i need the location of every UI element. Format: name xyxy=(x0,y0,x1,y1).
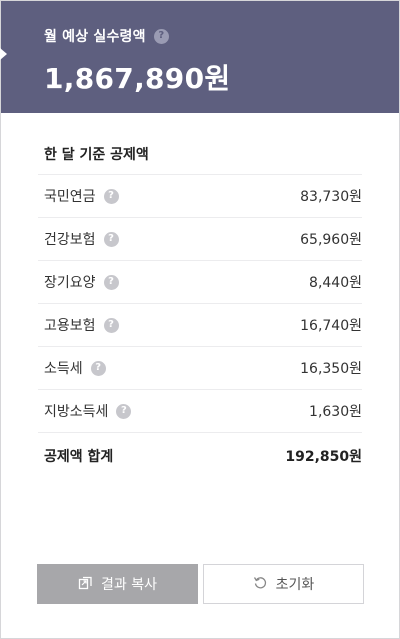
refresh-icon xyxy=(253,575,268,593)
deduction-label: 건강보험 xyxy=(44,232,96,248)
action-buttons: 결과 복사 초기화 xyxy=(37,564,364,604)
deductions-list: 국민연금 ? 83,730원 건강보험 ? 65,960원 장기요양 ? 8,4… xyxy=(38,174,362,479)
header-pointer xyxy=(0,48,7,60)
deduction-value: 8,440원 xyxy=(309,275,362,291)
salary-result-card: 월 예상 실수령액 ? 1,867,890원 한 달 기준 공제액 국민연금 ?… xyxy=(0,0,400,639)
deduction-value: 83,730원 xyxy=(300,189,362,205)
deduction-label: 고용보험 xyxy=(44,318,96,334)
question-icon[interactable]: ? xyxy=(116,403,132,419)
question-icon[interactable]: ? xyxy=(103,231,119,247)
deductions-title: 한 달 기준 공제액 xyxy=(44,147,149,163)
deduction-value: 16,740원 xyxy=(300,318,362,334)
reset-label: 초기화 xyxy=(275,577,315,593)
deduction-label: 지방소득세 xyxy=(44,404,109,420)
deduction-row-local-income-tax: 지방소득세 ? 1,630원 xyxy=(38,390,362,433)
reset-button[interactable]: 초기화 xyxy=(203,564,364,604)
question-icon[interactable]: ? xyxy=(90,360,106,376)
net-pay-label-row: 월 예상 실수령액 ? xyxy=(44,25,399,47)
question-icon[interactable]: ? xyxy=(103,188,119,204)
net-pay-header: 월 예상 실수령액 ? 1,867,890원 xyxy=(0,1,399,113)
question-icon[interactable]: ? xyxy=(103,274,119,290)
net-pay-label: 월 예상 실수령액 xyxy=(44,29,146,45)
deduction-label: 국민연금 xyxy=(44,189,96,205)
net-pay-amount: 1,867,890원 xyxy=(44,62,231,95)
deduction-total-label: 공제액 합계 xyxy=(44,449,114,465)
deduction-value: 1,630원 xyxy=(309,404,362,420)
deduction-row-national-pension: 국민연금 ? 83,730원 xyxy=(38,175,362,218)
deduction-row-income-tax: 소득세 ? 16,350원 xyxy=(38,347,362,390)
deduction-row-health-insurance: 건강보험 ? 65,960원 xyxy=(38,218,362,261)
question-icon[interactable]: ? xyxy=(153,28,169,44)
copy-result-label: 결과 복사 xyxy=(101,577,157,593)
deduction-label: 장기요양 xyxy=(44,275,96,291)
deduction-value: 16,350원 xyxy=(300,361,362,377)
deduction-total-value: 192,850원 xyxy=(285,449,362,465)
deduction-total-row: 공제액 합계 192,850원 xyxy=(38,433,362,479)
deduction-row-long-term-care: 장기요양 ? 8,440원 xyxy=(38,261,362,304)
copy-icon xyxy=(78,575,93,593)
deduction-row-employment-insurance: 고용보험 ? 16,740원 xyxy=(38,304,362,347)
question-icon[interactable]: ? xyxy=(103,317,119,333)
deductions-section: 한 달 기준 공제액 국민연금 ? 83,730원 건강보험 ? 65,960원 xyxy=(1,143,399,479)
deduction-value: 65,960원 xyxy=(300,232,362,248)
copy-result-button[interactable]: 결과 복사 xyxy=(37,564,198,604)
deduction-label: 소득세 xyxy=(44,361,83,377)
